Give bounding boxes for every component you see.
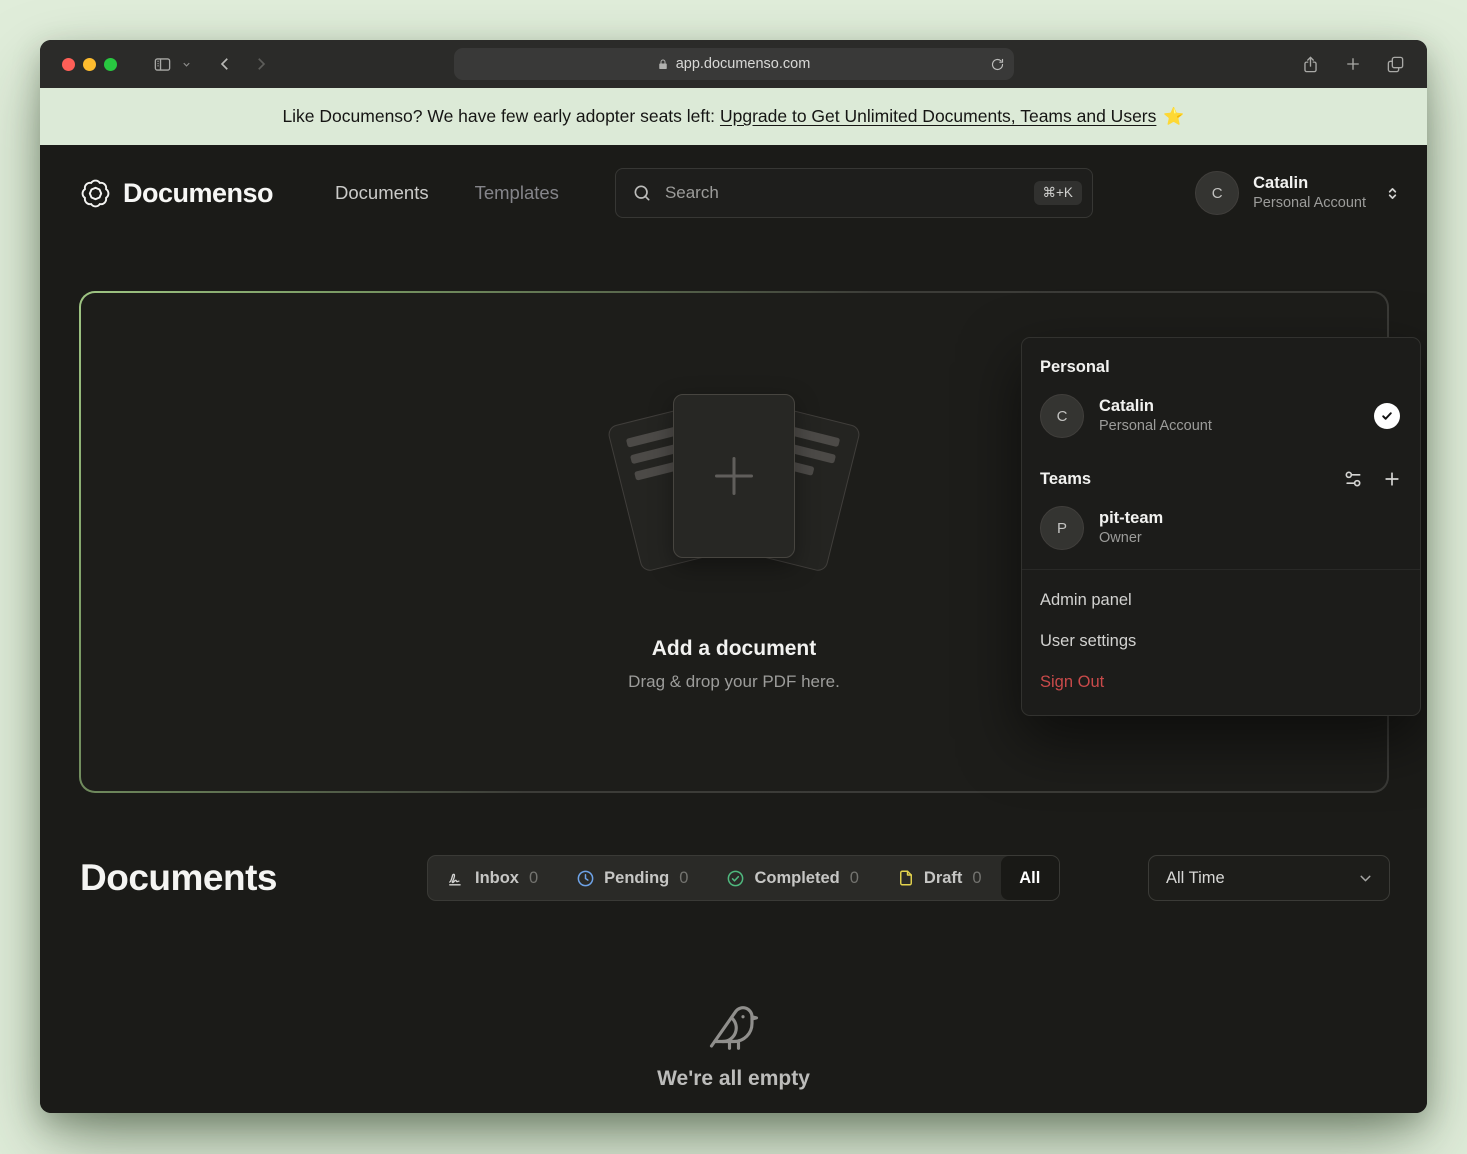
- tab-overview-caret-button[interactable]: [181, 59, 192, 70]
- forward-button[interactable]: [252, 55, 270, 73]
- empty-state: We're all empty: [40, 1001, 1427, 1091]
- teams-section-header: Teams: [1022, 461, 1420, 497]
- app-header: Documenso Documents Templates Search ⌘+K…: [40, 145, 1427, 241]
- empty-state-message: We're all empty: [657, 1067, 810, 1091]
- refresh-button[interactable]: [990, 57, 1005, 72]
- tabs-icon: [1386, 55, 1405, 74]
- tab-overview-button[interactable]: [1386, 55, 1405, 74]
- menu-item-sign-out[interactable]: Sign Out: [1022, 662, 1420, 703]
- bird-icon: [707, 1001, 761, 1055]
- chevron-left-icon: [216, 55, 234, 73]
- tab-label: Draft: [924, 869, 963, 888]
- account-menu-trigger[interactable]: C Catalin Personal Account: [1195, 171, 1401, 215]
- lock-icon: [657, 58, 669, 71]
- sidebar-icon: [153, 55, 172, 74]
- window-controls: [62, 58, 117, 71]
- nav-documents[interactable]: Documents: [335, 182, 429, 204]
- tab-label: Pending: [604, 869, 669, 888]
- tab-count: 0: [529, 869, 538, 888]
- team-item[interactable]: P pit-team Owner: [1022, 497, 1420, 559]
- nav-templates[interactable]: Templates: [475, 182, 559, 204]
- menu-item-admin-panel[interactable]: Admin panel: [1022, 580, 1420, 621]
- dropzone-title: Add a document: [652, 637, 817, 661]
- team-avatar: P: [1040, 506, 1084, 550]
- account-subtitle: Personal Account: [1099, 417, 1212, 437]
- share-button[interactable]: [1301, 55, 1320, 74]
- plus-icon: [706, 448, 762, 504]
- period-filter-select[interactable]: All Time: [1148, 855, 1390, 901]
- avatar: C: [1040, 394, 1084, 438]
- browser-window: app.documenso.com: [40, 40, 1427, 1113]
- clock-icon: [576, 869, 595, 888]
- close-button[interactable]: [62, 58, 75, 71]
- documents-toolbar: Documents Inbox 0 Pending 0: [80, 855, 1390, 901]
- team-name: pit-team: [1099, 507, 1163, 529]
- add-document-card: [673, 394, 795, 558]
- check-circle-icon: [726, 869, 745, 888]
- chevron-down-icon: [181, 59, 192, 70]
- app-content: Documenso Documents Templates Search ⌘+K…: [40, 145, 1427, 1113]
- account-name: Catalin: [1253, 173, 1366, 194]
- address-bar[interactable]: app.documenso.com: [454, 48, 1014, 80]
- documenso-logo-icon: [80, 178, 111, 209]
- account-name: Catalin: [1099, 395, 1212, 417]
- browser-toolbar: app.documenso.com: [40, 40, 1427, 88]
- menu-item-user-settings[interactable]: User settings: [1022, 621, 1420, 662]
- url-text: app.documenso.com: [676, 56, 811, 72]
- search-shortcut-badge: ⌘+K: [1034, 181, 1082, 205]
- brand-name: Documenso: [123, 178, 273, 209]
- period-filter-value: All Time: [1166, 869, 1225, 888]
- plus-icon: [1344, 55, 1362, 73]
- tab-draft[interactable]: Draft 0: [878, 856, 1001, 900]
- personal-section-label: Personal: [1022, 350, 1420, 385]
- tab-label: Inbox: [475, 869, 519, 888]
- chevron-right-icon: [252, 55, 270, 73]
- search-input[interactable]: Search ⌘+K: [615, 168, 1093, 218]
- banner-text: Like Documenso? We have few early adopte…: [282, 106, 715, 127]
- new-tab-button[interactable]: [1344, 55, 1362, 73]
- document-stack-illustration: [599, 392, 869, 597]
- status-tabs: Inbox 0 Pending 0 Completed 0: [427, 855, 1060, 901]
- account-dropdown-menu: Personal C Catalin Personal Account Team…: [1021, 337, 1421, 716]
- create-team-button[interactable]: [1382, 469, 1402, 489]
- brand-logo[interactable]: Documenso: [80, 178, 273, 209]
- tab-pending[interactable]: Pending 0: [557, 856, 707, 900]
- share-icon: [1301, 55, 1320, 74]
- settings-sliders-icon: [1343, 469, 1363, 489]
- search-placeholder: Search: [665, 183, 719, 203]
- personal-account-item[interactable]: C Catalin Personal Account: [1022, 385, 1420, 447]
- minimize-button[interactable]: [83, 58, 96, 71]
- tab-inbox[interactable]: Inbox 0: [428, 856, 557, 900]
- tab-completed[interactable]: Completed 0: [707, 856, 877, 900]
- star-icon: ⭐: [1163, 107, 1184, 127]
- sidebar-toggle-button[interactable]: [153, 55, 172, 74]
- menu-divider: [1022, 569, 1420, 570]
- main-nav: Documents Templates: [335, 182, 559, 204]
- promo-banner: Like Documenso? We have few early adopte…: [40, 88, 1427, 145]
- zoom-button[interactable]: [104, 58, 117, 71]
- upgrade-link[interactable]: Upgrade to Get Unlimited Documents, Team…: [720, 106, 1156, 127]
- back-button[interactable]: [216, 55, 234, 73]
- chevron-down-icon: [1357, 870, 1374, 887]
- dropzone-subtitle: Drag & drop your PDF here.: [628, 672, 840, 692]
- account-subtitle: Personal Account: [1253, 194, 1366, 213]
- tab-count: 0: [972, 869, 981, 888]
- selected-check-icon: [1374, 403, 1400, 429]
- page-title: Documents: [80, 857, 277, 899]
- signature-icon: [447, 869, 466, 888]
- team-role: Owner: [1099, 529, 1163, 549]
- tab-label: All: [1019, 869, 1040, 888]
- file-icon: [897, 869, 915, 887]
- chevrons-up-down-icon: [1384, 185, 1401, 202]
- tab-all[interactable]: All: [1001, 856, 1059, 900]
- plus-icon: [1382, 469, 1402, 489]
- manage-teams-button[interactable]: [1343, 469, 1363, 489]
- refresh-icon: [990, 57, 1005, 72]
- tab-count: 0: [679, 869, 688, 888]
- avatar: C: [1195, 171, 1239, 215]
- search-icon: [632, 183, 652, 203]
- teams-section-label: Teams: [1040, 470, 1091, 489]
- tab-label: Completed: [754, 869, 839, 888]
- tab-count: 0: [850, 869, 859, 888]
